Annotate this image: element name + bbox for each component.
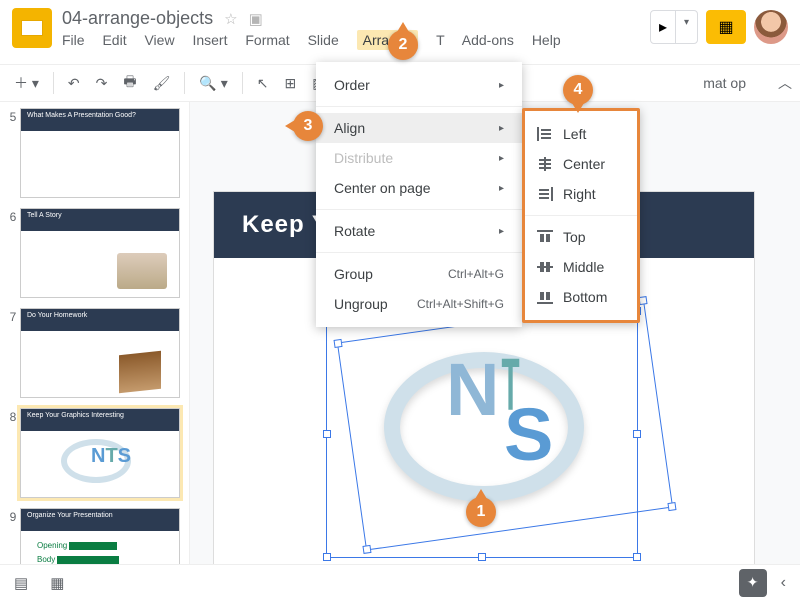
menu-view[interactable]: View [144, 32, 174, 48]
collapse-toolbar-icon[interactable]: ︿ [778, 73, 792, 93]
paint-format-button[interactable]: 🖌 [147, 71, 177, 96]
arrange-order[interactable]: Order▸ [316, 70, 522, 100]
slide-thumb-7[interactable]: Do Your Homework [20, 308, 180, 398]
format-options-link[interactable]: mat op [703, 75, 756, 91]
select-tool[interactable]: ↖ [251, 71, 275, 96]
align-right[interactable]: Right [525, 179, 637, 209]
arrange-center-on-page[interactable]: Center on page▸ [316, 173, 522, 203]
menu-help[interactable]: Help [532, 32, 561, 48]
callout-2: 2 [388, 30, 418, 60]
print-button[interactable]: 🖶 [117, 67, 142, 99]
arrange-menu: Order▸ Align▸ Distribute▸ Center on page… [316, 62, 522, 327]
new-slide-button[interactable]: ＋ ▾ [8, 69, 45, 97]
folder-icon[interactable]: ▣ [249, 11, 263, 28]
filmstrip-view-icon[interactable]: ▤ [14, 574, 28, 592]
align-bottom[interactable]: Bottom [525, 282, 637, 312]
thumb-number: 5 [6, 108, 20, 198]
align-right-icon [537, 187, 553, 201]
arrange-rotate[interactable]: Rotate▸ [316, 216, 522, 246]
present-caret-icon[interactable]: ▾ [675, 11, 697, 43]
present-button[interactable]: ▸ ▾ [650, 10, 698, 44]
align-bottom-icon [537, 290, 553, 304]
slide-thumb-5[interactable]: What Makes A Presentation Good? [20, 108, 180, 198]
arrange-distribute: Distribute▸ [316, 143, 522, 173]
align-middle-icon [537, 260, 553, 274]
textbox-tool[interactable]: ⊞ [278, 71, 302, 96]
filmstrip[interactable]: 5 What Makes A Presentation Good? 6 Tell… [0, 102, 190, 564]
menu-slide[interactable]: Slide [308, 32, 339, 48]
menu-format[interactable]: Format [245, 32, 289, 48]
present-icon: ▸ [651, 11, 675, 43]
align-left[interactable]: Left [525, 119, 637, 149]
undo-button[interactable]: ↶ [62, 71, 86, 96]
redo-button[interactable]: ↷ [90, 71, 114, 96]
callout-1: 1 [466, 497, 496, 527]
arrange-group[interactable]: GroupCtrl+Alt+G [316, 259, 522, 289]
share-button[interactable]: ▦ [706, 10, 746, 44]
arrange-align[interactable]: Align▸ [316, 113, 522, 143]
grid-view-icon[interactable]: ▦ [50, 574, 64, 592]
star-icon[interactable]: ☆ [224, 11, 237, 28]
align-top[interactable]: Top [525, 222, 637, 252]
menu-file[interactable]: File [62, 32, 85, 48]
slide-thumb-6[interactable]: Tell A Story [20, 208, 180, 298]
avatar[interactable] [754, 10, 788, 44]
align-submenu: Left Center Right Top Middle Bottom [522, 108, 640, 323]
align-center-icon [537, 157, 553, 171]
nav-left-icon[interactable]: ‹ [781, 574, 786, 592]
slides-app-icon[interactable] [12, 8, 52, 48]
slide-thumb-8[interactable]: Keep Your Graphics Interesting NTS [20, 408, 180, 498]
align-top-icon [537, 230, 553, 244]
align-left-icon [537, 127, 553, 141]
callout-4: 4 [563, 75, 593, 105]
slide-thumb-9[interactable]: Organize Your Presentation Opening Body … [20, 508, 180, 564]
menu-insert[interactable]: Insert [192, 32, 227, 48]
zoom-button[interactable]: 🔍 ▾ [193, 71, 233, 96]
menu-addons[interactable]: Add-ons [462, 32, 514, 48]
callout-3: 3 [293, 111, 323, 141]
menu-edit[interactable]: Edit [102, 32, 126, 48]
align-middle[interactable]: Middle [525, 252, 637, 282]
explore-button[interactable]: ✦ [739, 569, 767, 597]
arrange-ungroup[interactable]: UngroupCtrl+Alt+Shift+G [316, 289, 522, 319]
doc-title[interactable]: 04-arrange-objects [62, 8, 213, 28]
align-center[interactable]: Center [525, 149, 637, 179]
menu-tools[interactable]: T [436, 32, 445, 48]
